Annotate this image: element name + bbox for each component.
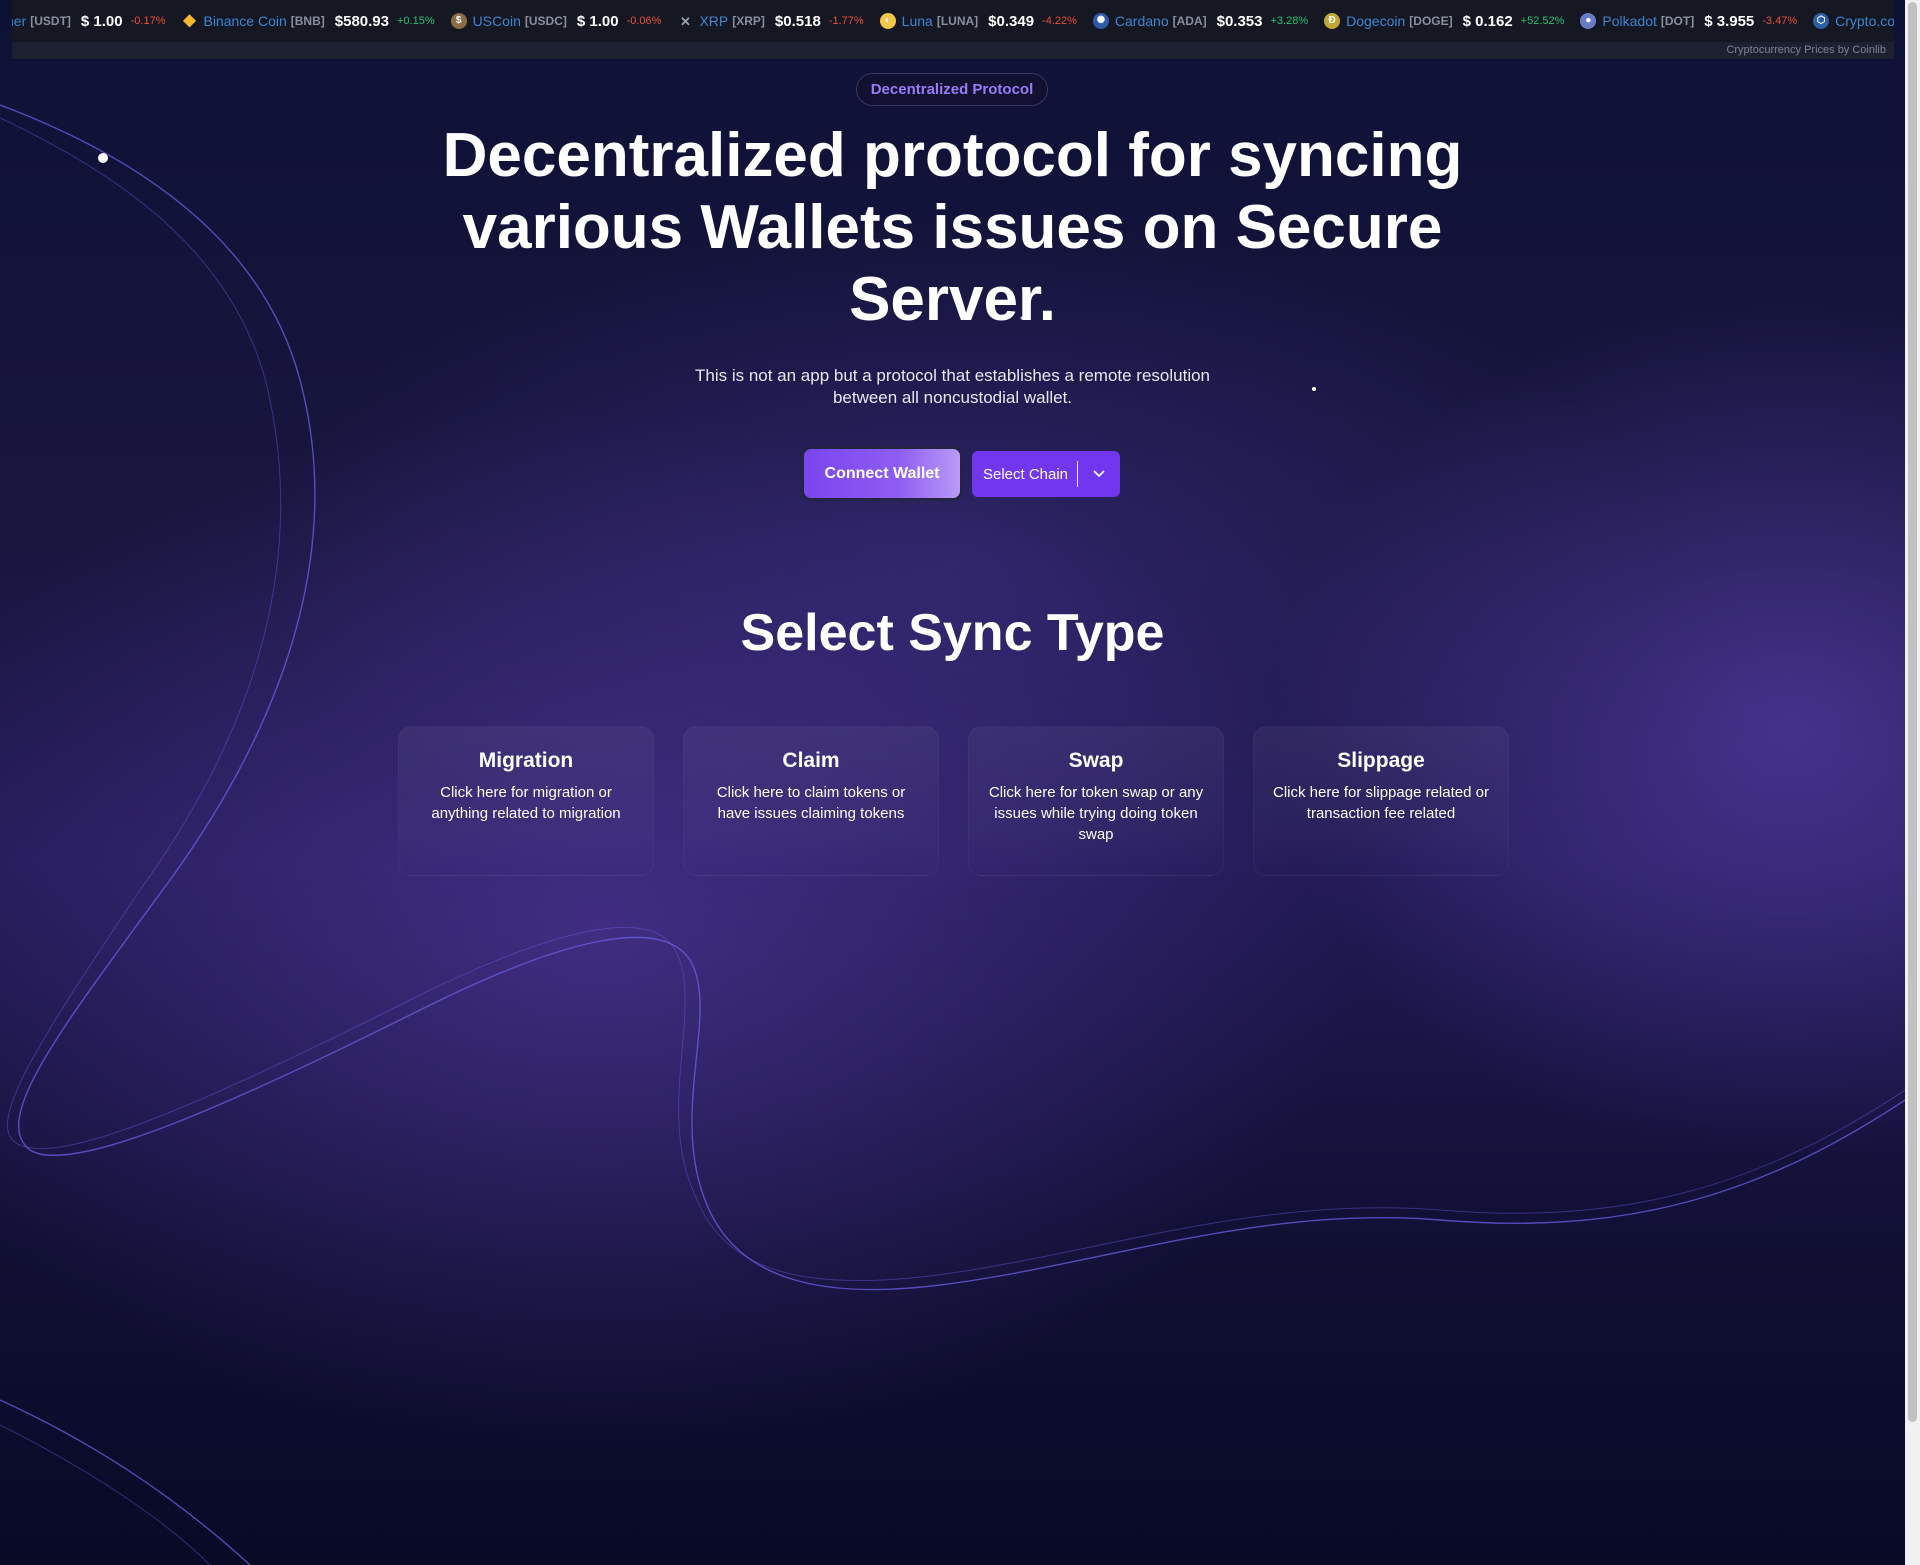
protocol-badge: Decentralized Protocol	[856, 73, 1048, 106]
hero-title: Decentralized protocol for syncing vario…	[442, 121, 1463, 334]
hero-subtitle: This is not an app but a protocol that e…	[694, 366, 1211, 407]
connect-wallet-label: Connect Wallet	[804, 449, 960, 498]
select-chain-dropdown[interactable]: Select Chain	[972, 451, 1120, 497]
sync-card-title: Migration	[478, 749, 574, 772]
sync-card-swap[interactable]: Swap Click here for token swap or any is…	[968, 726, 1224, 876]
scrollbar-thumb[interactable]	[1908, 2, 1917, 1422]
sync-card-slippage[interactable]: Slippage Click here for slippage related…	[1253, 726, 1509, 876]
sync-card-claim[interactable]: Claim Click here to claim tokens or have…	[683, 726, 939, 876]
sync-section-title: Select Sync Type	[740, 604, 1165, 662]
sync-card-migration[interactable]: Migration Click here for migration or an…	[398, 726, 654, 876]
main-content: Decentralized Protocol Decentralized pro…	[0, 0, 1905, 1565]
select-chain-label: Select Chain	[982, 465, 1069, 483]
connect-wallet-button[interactable]: Connect Wallet	[801, 446, 963, 501]
chevron-down-icon[interactable]	[1078, 451, 1120, 497]
sync-card-desc: Click here to claim tokens or have issue…	[716, 784, 906, 822]
sync-card-title: Claim	[782, 749, 840, 772]
sync-card-desc: Click here for token swap or any issues …	[988, 784, 1204, 843]
sync-card-title: Slippage	[1337, 749, 1425, 772]
sync-card-title: Swap	[1068, 749, 1124, 772]
sync-card-desc: Click here for migration or anything rel…	[431, 784, 621, 822]
sync-card-desc: Click here for slippage related or trans…	[1273, 784, 1489, 822]
page-scrollbar[interactable]	[1905, 0, 1920, 1565]
